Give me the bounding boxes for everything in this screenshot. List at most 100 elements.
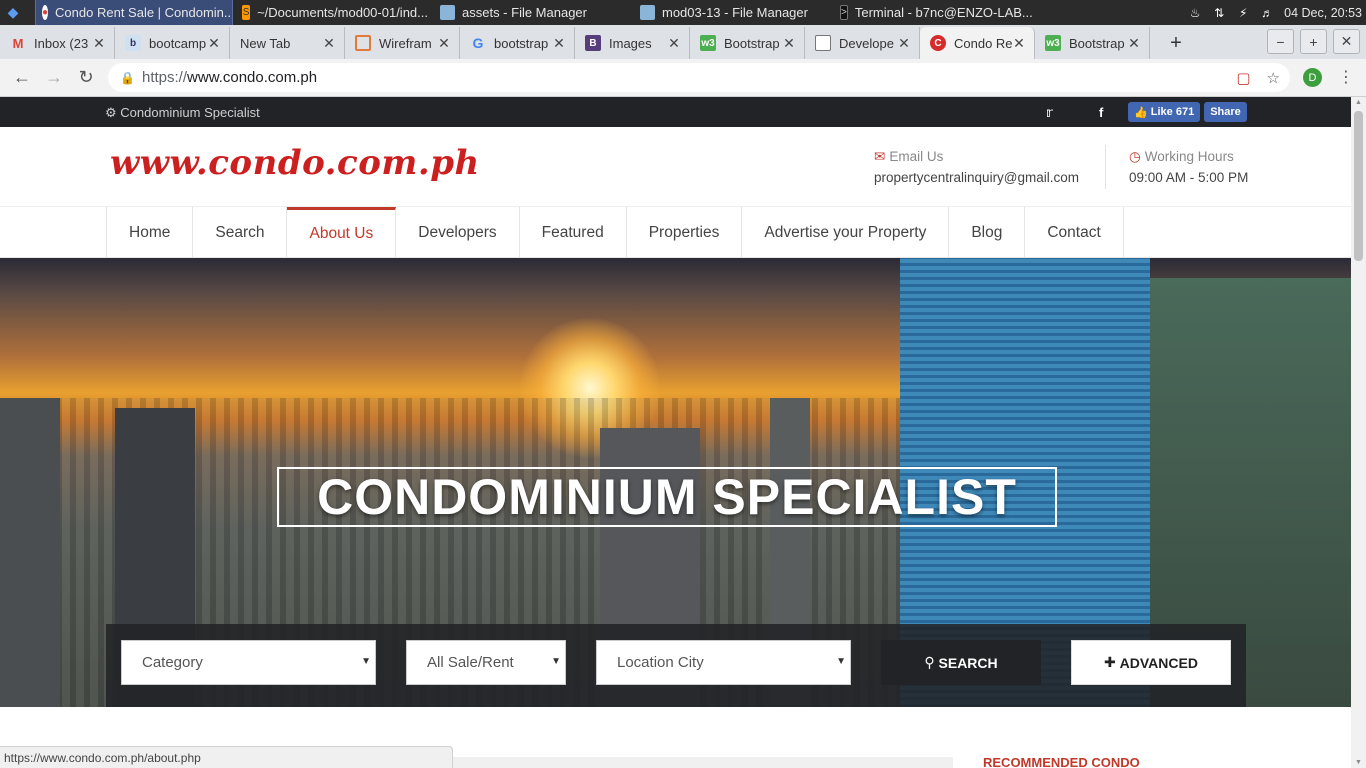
nav-home[interactable]: Home <box>107 207 194 258</box>
folder-icon <box>440 5 455 20</box>
close-icon[interactable]: ✕ <box>207 35 221 52</box>
nav-contact[interactable]: Contact <box>1025 207 1124 258</box>
tab-images[interactable]: B Images ✕ <box>575 27 690 59</box>
forward-arrow-icon[interactable]: → <box>38 67 70 88</box>
task-file-manager-assets[interactable]: assets - File Manager <box>434 0 634 25</box>
close-icon[interactable]: ✕ <box>1012 35 1026 52</box>
tab-wireframe[interactable]: Wirefram ✕ <box>345 27 460 59</box>
recommended-heading: RECOMMENDED CONDO <box>983 755 1140 768</box>
location-city-select[interactable]: Location City ▼ <box>596 640 851 685</box>
maximize-button[interactable]: + <box>1300 29 1327 54</box>
hero-title-box: CONDOMINIUM SPECIALIST <box>277 467 1057 527</box>
tab-new-tab[interactable]: New Tab ✕ <box>230 27 345 59</box>
fb-like-button[interactable]: 👍 Like 671 <box>1128 102 1201 122</box>
plus-icon: ✚ <box>1104 654 1116 670</box>
browser-tab-strip: M Inbox (23 ✕ b bootcamp ✕ New Tab ✕ Wir… <box>0 25 1366 59</box>
tab-gmail[interactable]: M Inbox (23 ✕ <box>0 27 115 59</box>
volume-icon[interactable]: ♬ <box>1260 6 1274 20</box>
top-info-strip: ⚙ Condominium Specialist 𝕣 f 👍 Like 671 … <box>0 97 1351 127</box>
web-page: ⚙ Condominium Specialist 𝕣 f 👍 Like 671 … <box>0 97 1351 768</box>
gear-icon: ⚙ <box>105 105 117 120</box>
chevron-down-icon: ▼ <box>361 656 371 667</box>
w3schools-icon: w3 <box>700 35 716 51</box>
condo-favicon-icon: C <box>930 35 946 51</box>
reload-icon[interactable]: ↻ <box>70 67 102 88</box>
nav-advertise[interactable]: Advertise your Property <box>742 207 950 258</box>
system-tray: ♨ ⇅ ⚡ ♬ 04 Dec, 20:53 <box>1188 0 1366 25</box>
scroll-down-icon[interactable]: ▼ <box>1354 759 1363 766</box>
terminal-icon: > <box>840 5 848 20</box>
task-sublime[interactable]: S ~/Documents/mod00-01/ind... <box>236 0 434 25</box>
fb-share-button[interactable]: Share <box>1204 102 1247 122</box>
search-icon: ⚲ <box>924 654 935 670</box>
hours-value: 09:00 AM - 5:00 PM <box>1129 170 1249 185</box>
advanced-search-button[interactable]: ✚ ADVANCED <box>1071 640 1231 685</box>
close-icon[interactable]: ✕ <box>92 35 106 52</box>
task-condo-browser[interactable]: ● Condo Rent Sale | Condomin... <box>35 0 233 26</box>
close-icon[interactable]: ✕ <box>322 35 336 52</box>
start-menu-icon[interactable]: ◆ <box>0 0 26 25</box>
divider <box>1105 145 1106 189</box>
address-bar[interactable]: 🔒 https://www.condo.com.ph ▢ ☆ <box>108 63 1290 92</box>
close-icon[interactable]: ✕ <box>437 35 451 52</box>
tab-bootstrap-w3-2[interactable]: w3 Bootstrap ✕ <box>1035 27 1150 59</box>
menu-dots-icon[interactable]: ⋮ <box>1338 67 1354 87</box>
url-host: www.condo.com.ph <box>187 69 318 86</box>
email-value[interactable]: propertycentralinquiry@gmail.com <box>874 170 1079 185</box>
back-arrow-icon[interactable]: ← <box>6 67 38 88</box>
hero-title: CONDOMINIUM SPECIALIST <box>317 469 1017 525</box>
scroll-up-icon[interactable]: ▲ <box>1354 99 1363 106</box>
category-select[interactable]: Category ▼ <box>121 640 376 685</box>
sublime-icon: S <box>242 5 251 20</box>
blocked-popup-icon[interactable]: ▢ <box>1236 69 1250 87</box>
clock-icon: ◷ <box>1129 149 1141 164</box>
building <box>0 398 60 707</box>
tab-developers[interactable]: Develope ✕ <box>805 27 920 59</box>
nav-search[interactable]: Search <box>193 207 288 258</box>
network-icon[interactable]: ⇅ <box>1212 6 1226 20</box>
sale-rent-select[interactable]: All Sale/Rent ▼ <box>406 640 566 685</box>
bell-icon[interactable]: ♨ <box>1188 6 1202 20</box>
nav-about-us[interactable]: About Us <box>287 207 397 258</box>
close-icon[interactable]: ✕ <box>667 35 681 52</box>
nav-properties[interactable]: Properties <box>627 207 743 258</box>
nav-featured[interactable]: Featured <box>520 207 627 258</box>
page-scrollbar[interactable]: ▲ ▼ <box>1351 97 1366 768</box>
tab-condo-active[interactable]: C Condo Re ✕ <box>920 27 1035 59</box>
twitter-icon[interactable]: 𝕣 <box>1046 105 1053 121</box>
facebook-icon[interactable]: f <box>1099 105 1103 120</box>
new-tab-button[interactable]: + <box>1160 27 1192 59</box>
nav-developers[interactable]: Developers <box>396 207 520 258</box>
scrollbar-thumb[interactable] <box>1354 111 1363 261</box>
email-contact: ✉ Email Us propertycentralinquiry@gmail.c… <box>874 149 1080 185</box>
profile-avatar[interactable]: D <box>1303 68 1322 87</box>
power-icon[interactable]: ⚡ <box>1236 6 1250 20</box>
main-nav: Home Search About Us Developers Featured… <box>0 207 1351 258</box>
close-icon[interactable]: ✕ <box>1127 35 1141 52</box>
working-hours: ◷ Working Hours 09:00 AM - 5:00 PM <box>1129 149 1249 185</box>
os-taskbar: ◆ ● Condo Rent Sale | Condomin... S ~/Do… <box>0 0 1366 26</box>
close-icon[interactable]: ✕ <box>782 35 796 52</box>
task-terminal[interactable]: > Terminal - b7nc@ENZO-LAB... <box>834 0 1034 25</box>
close-icon[interactable]: ✕ <box>897 35 911 52</box>
window-controls: − + ✕ <box>1267 29 1360 54</box>
nav-blog[interactable]: Blog <box>949 207 1026 258</box>
chevron-down-icon: ▼ <box>836 656 846 667</box>
chrome-icon: ● <box>42 5 49 20</box>
tab-google-bootstrap[interactable]: G bootstrap ✕ <box>460 27 575 59</box>
task-file-manager-mod03[interactable]: mod03-13 - File Manager <box>634 0 834 25</box>
page-icon: b <box>125 35 141 51</box>
w3schools-icon: w3 <box>1045 35 1061 51</box>
bootstrap-icon: B <box>585 35 601 51</box>
close-window-button[interactable]: ✕ <box>1333 29 1360 54</box>
search-button[interactable]: ⚲ SEARCH <box>881 640 1041 685</box>
clock[interactable]: 04 Dec, 20:53 <box>1284 6 1362 20</box>
close-icon[interactable]: ✕ <box>552 35 566 52</box>
tab-bootcamp[interactable]: b bootcamp ✕ <box>115 27 230 59</box>
site-logo[interactable]: www.condo.com.ph <box>110 143 480 183</box>
tab-bootstrap-w3[interactable]: w3 Bootstrap ✕ <box>690 27 805 59</box>
bookmark-star-icon[interactable]: ☆ <box>1267 69 1280 87</box>
tagline: ⚙ Condominium Specialist <box>105 105 260 120</box>
lock-icon: 🔒 <box>120 70 135 85</box>
minimize-button[interactable]: − <box>1267 29 1294 54</box>
